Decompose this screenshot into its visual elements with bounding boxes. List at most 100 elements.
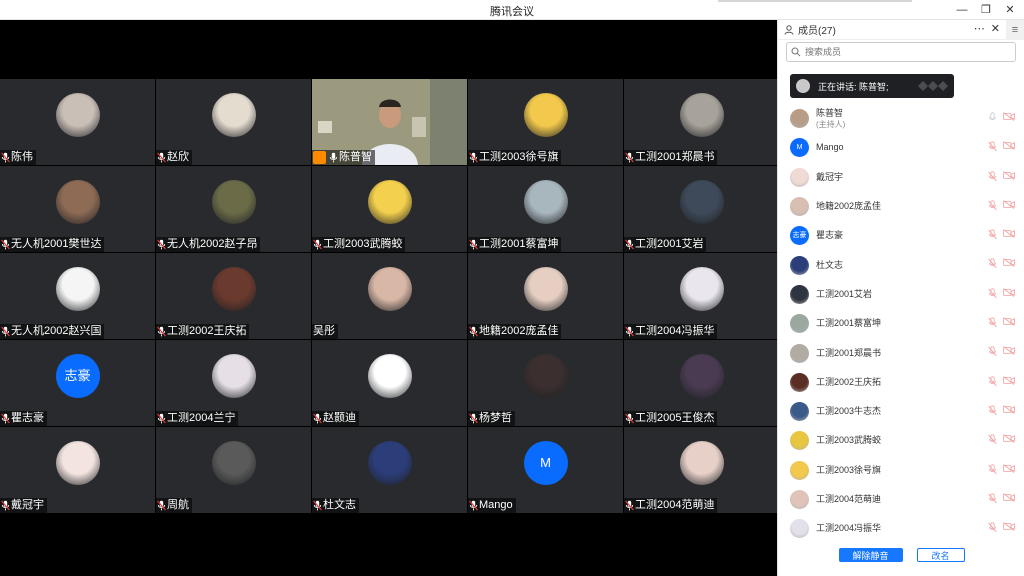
- camera-off-icon[interactable]: [1003, 434, 1015, 444]
- mic-muted-icon[interactable]: [988, 258, 997, 269]
- member-row[interactable]: 陈普智 (主持人): [778, 104, 1024, 133]
- host-badge-icon: [313, 151, 326, 164]
- member-name: 工测2004冯振华: [816, 523, 882, 534]
- member-role: (主持人): [816, 119, 846, 129]
- participant-tile[interactable]: 工测2003徐号旗: [468, 79, 623, 165]
- participant-tile[interactable]: 无人机2002赵兴国: [0, 253, 155, 339]
- close-button[interactable]: ✕: [1002, 2, 1018, 18]
- participant-avatar: [367, 267, 412, 311]
- camera-off-icon[interactable]: [1003, 287, 1015, 297]
- mic-on-icon[interactable]: [988, 112, 997, 123]
- member-row[interactable]: 戴冠宇: [778, 163, 1024, 192]
- member-row[interactable]: 地籍2002庞孟佳: [778, 192, 1024, 221]
- participant-tile[interactable]: 无人机2001樊世达: [0, 166, 155, 252]
- mic-muted-icon[interactable]: [988, 288, 997, 299]
- member-avatar: [790, 167, 809, 187]
- unmute-all-button[interactable]: 解除静音: [838, 548, 903, 562]
- participant-tile[interactable]: 工测2001蔡富坤: [468, 166, 623, 252]
- member-row[interactable]: 工测2001蔡富坤: [778, 309, 1024, 338]
- mic-muted-icon[interactable]: [988, 141, 997, 152]
- members-icon: [784, 24, 794, 35]
- mic-muted-icon: [1, 500, 10, 511]
- mic-muted-icon[interactable]: [988, 170, 997, 182]
- member-name: 陈普智: [816, 107, 844, 118]
- member-row[interactable]: 工测2004范萌迪: [778, 485, 1024, 514]
- mic-muted-icon[interactable]: [988, 522, 997, 533]
- close-panel-icon[interactable]: ✕: [991, 22, 1000, 35]
- member-row[interactable]: 工测2003牛志杰: [778, 397, 1024, 426]
- camera-off-icon[interactable]: [1003, 522, 1015, 531]
- camera-off-icon[interactable]: [1003, 229, 1015, 239]
- search-input[interactable]: [805, 47, 995, 57]
- mic-muted-icon[interactable]: [988, 229, 997, 240]
- camera-off-icon[interactable]: [1003, 170, 1015, 180]
- camera-off-icon[interactable]: [1003, 317, 1015, 326]
- participant-tile[interactable]: 周航: [156, 427, 311, 513]
- participant-tile[interactable]: 工测2005王俊杰: [624, 340, 779, 426]
- participant-tile[interactable]: 工测2004冯振华: [624, 253, 779, 339]
- mic-muted-icon[interactable]: [988, 376, 997, 387]
- member-avatar: [790, 314, 809, 334]
- mic-muted-icon[interactable]: [988, 463, 997, 475]
- video-grid: 陈伟 赵欣 陈普智 工测2003徐号旗 工测2001郑晨书无人机2001樊世达 无人机20…: [0, 79, 779, 513]
- camera-off-icon[interactable]: [1003, 258, 1015, 268]
- member-name: 杜文志: [816, 259, 844, 270]
- camera-off-icon[interactable]: [1003, 405, 1015, 414]
- participant-tile[interactable]: 吴彤: [312, 253, 467, 339]
- rename-button[interactable]: 改名: [916, 548, 965, 562]
- participant-name-tag: 杨梦哲: [468, 411, 515, 426]
- camera-off-icon[interactable]: [1003, 375, 1015, 385]
- participant-tile[interactable]: 工测2001郑晨书: [624, 79, 779, 165]
- participant-avatar: [211, 180, 256, 224]
- participant-tile[interactable]: 戴冠宇: [0, 427, 155, 513]
- camera-off-icon[interactable]: [1003, 141, 1015, 151]
- mic-muted-icon[interactable]: [988, 493, 997, 504]
- participant-tile[interactable]: 赵欣: [156, 79, 311, 165]
- more-icon[interactable]: ⋯: [974, 22, 985, 35]
- camera-off-icon[interactable]: [1003, 493, 1015, 502]
- participant-tile[interactable]: M Mango: [468, 427, 623, 513]
- participant-tile[interactable]: 工测2004范萌迪: [624, 427, 779, 513]
- participant-tile[interactable]: 杨梦哲: [468, 340, 623, 426]
- mic-muted-icon[interactable]: [988, 434, 997, 445]
- participant-tile[interactable]: 陈伟: [0, 79, 155, 165]
- participant-tile[interactable]: 工测2002王庆拓: [156, 253, 311, 339]
- mic-muted-icon[interactable]: [988, 405, 997, 416]
- participant-tile[interactable]: 工测2001艾岩: [624, 166, 779, 252]
- mic-muted-icon[interactable]: [988, 346, 997, 357]
- participant-name-tag: 戴冠宇: [0, 498, 47, 513]
- member-row[interactable]: 工测2002王庆拓: [778, 368, 1024, 397]
- participant-name-tag: Mango: [468, 498, 516, 513]
- member-row[interactable]: 工测2003武腾蛟: [778, 426, 1024, 455]
- mic-muted-icon[interactable]: [988, 200, 997, 211]
- member-row[interactable]: 杜文志: [778, 250, 1024, 279]
- mic-muted-icon[interactable]: [988, 317, 997, 328]
- camera-off-icon[interactable]: [1003, 200, 1015, 209]
- member-row[interactable]: 工测2003徐号旗: [778, 456, 1024, 485]
- participant-tile[interactable]: 志豪 瞿志豪: [0, 340, 155, 426]
- member-row[interactable]: M Mango: [778, 133, 1024, 162]
- participant-avatar: [523, 180, 568, 224]
- camera-off-icon[interactable]: [1003, 463, 1015, 473]
- camera-off-icon[interactable]: [1003, 112, 1015, 121]
- member-row[interactable]: 志豪 瞿志豪: [778, 221, 1024, 250]
- members-panel-header: 成员(27) ⋯ ✕ ≡: [778, 20, 1024, 40]
- member-controls: [988, 346, 1015, 357]
- participant-tile[interactable]: 工测2003武腾蛟: [312, 166, 467, 252]
- minimize-button[interactable]: —: [954, 2, 970, 18]
- participant-tile[interactable]: 杜文志: [312, 427, 467, 513]
- participant-name-tag: 工测2002王庆拓: [156, 324, 250, 339]
- participant-tile[interactable]: 工测2004兰宁: [156, 340, 311, 426]
- mic-muted-icon: [157, 239, 166, 250]
- participant-tile[interactable]: 地籍2002庞孟佳: [468, 253, 623, 339]
- participant-tile[interactable]: 赵颢迪: [312, 340, 467, 426]
- member-search[interactable]: [786, 42, 1016, 62]
- member-row[interactable]: 工测2004冯振华: [778, 514, 1024, 543]
- participant-tile[interactable]: 无人机2002赵子昂: [156, 166, 311, 252]
- member-row[interactable]: 工测2001艾岩: [778, 280, 1024, 309]
- participant-tile[interactable]: 陈普智: [312, 79, 467, 165]
- restore-button[interactable]: ❐: [978, 2, 994, 18]
- camera-off-icon[interactable]: [1003, 346, 1015, 356]
- panel-menu-icon[interactable]: ≡: [1006, 20, 1024, 40]
- member-row[interactable]: 工测2001郑晨书: [778, 338, 1024, 367]
